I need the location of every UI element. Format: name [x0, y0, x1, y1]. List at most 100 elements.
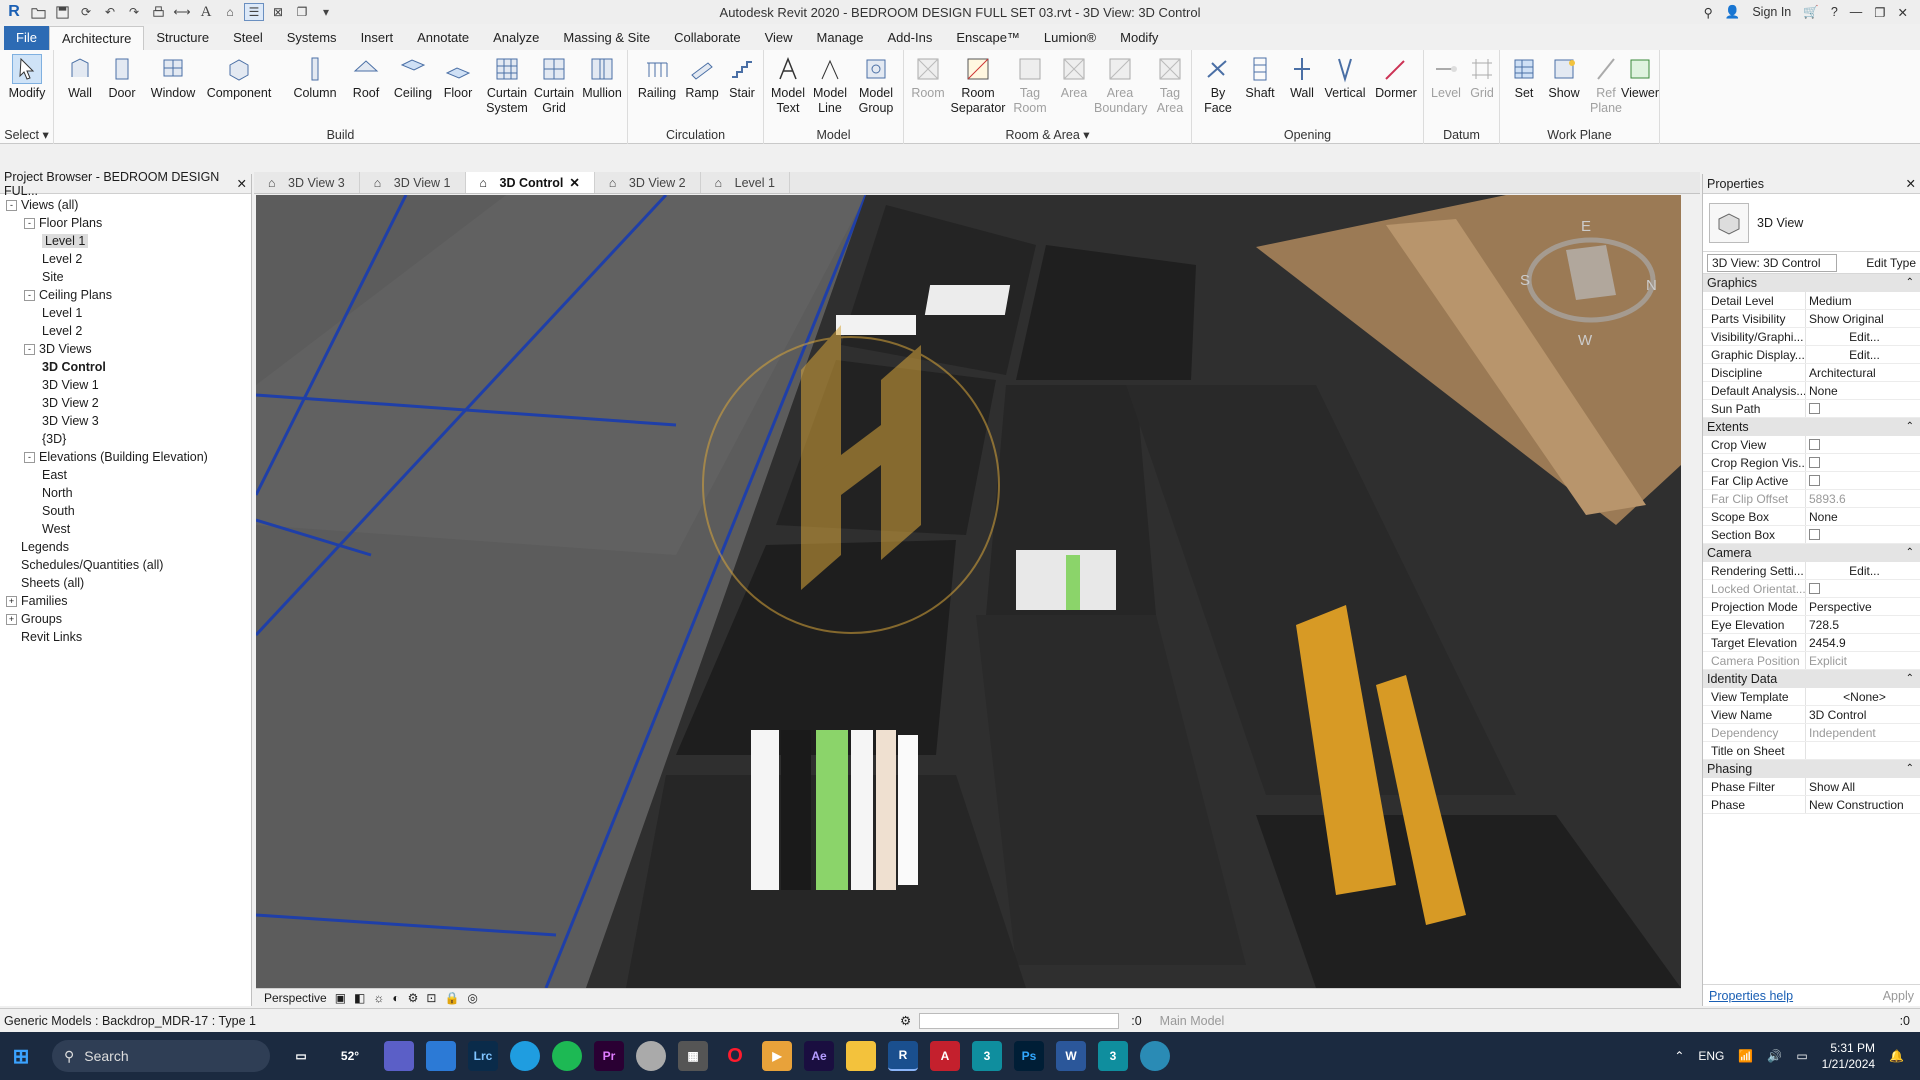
redo-icon[interactable]: ↷ [124, 3, 144, 21]
ribbon-tab-annotate[interactable]: Annotate [405, 26, 481, 50]
property-group[interactable]: Identity Data ⌃ [1703, 670, 1920, 688]
revit-logo-icon[interactable]: R [4, 3, 24, 21]
edge-icon[interactable] [510, 1041, 540, 1071]
property-value[interactable]: <None> [1805, 688, 1920, 705]
property-value[interactable] [1805, 454, 1920, 471]
property-value[interactable] [1805, 436, 1920, 453]
lock-3d-icon[interactable]: 🔒 [444, 991, 459, 1005]
collapse-icon[interactable]: - [6, 200, 17, 212]
tree-node[interactable]: 3D Control [0, 358, 251, 376]
ribbon-tab-file[interactable]: File [4, 26, 49, 50]
tree-node[interactable]: - Views (all) [0, 196, 251, 214]
volume-icon[interactable]: 🔊 [1767, 1049, 1782, 1063]
undo-icon[interactable]: ↶ [100, 3, 120, 21]
sun-path-icon[interactable]: ☼ [373, 991, 384, 1005]
view-tab-3d-control[interactable]: ⌂ 3D Control ✕ [465, 172, 595, 193]
save-icon[interactable] [52, 3, 72, 21]
shaft-button[interactable]: Shaft [1238, 54, 1282, 101]
property-value[interactable]: 728.5 [1805, 616, 1920, 633]
ribbon-tab-enscape-[interactable]: Enscape™ [944, 26, 1032, 50]
3dsmax-2-icon[interactable]: 3 [1098, 1041, 1128, 1071]
dormer-button[interactable]: Dormer [1372, 54, 1420, 101]
calculator-icon[interactable]: ▦ [678, 1041, 708, 1071]
door-button[interactable]: Door [100, 54, 144, 101]
railing-button[interactable]: Railing [634, 54, 680, 101]
tree-node[interactable]: North [0, 484, 251, 502]
tree-node[interactable]: Revit Links [0, 628, 251, 646]
property-value[interactable]: 2454.9 [1805, 634, 1920, 651]
window-button[interactable]: Window [146, 54, 200, 101]
property-value[interactable]: None [1805, 382, 1920, 399]
hide-isolate-icon[interactable]: ◎ [467, 991, 477, 1005]
3dsmax-icon[interactable]: 3 [972, 1041, 1002, 1071]
tag-room-button[interactable]: Tag Room [1008, 54, 1052, 116]
ribbon-tab-systems[interactable]: Systems [275, 26, 349, 50]
taskbar-search[interactable]: ⚲ Search [52, 1040, 270, 1072]
restore-button[interactable]: ❐ [1874, 5, 1885, 20]
property-value[interactable]: Independent [1805, 724, 1920, 741]
user-icon[interactable]: 👤 [1725, 5, 1741, 20]
cart-icon[interactable]: 🛒 [1803, 5, 1819, 20]
tree-node[interactable]: 3D View 2 [0, 394, 251, 412]
property-value[interactable] [1805, 472, 1920, 489]
wifi-icon[interactable]: 📶 [1738, 1049, 1753, 1063]
ribbon-tab-analyze[interactable]: Analyze [481, 26, 551, 50]
ribbon-tab-collaborate[interactable]: Collaborate [662, 26, 753, 50]
property-value[interactable] [1805, 526, 1920, 543]
windows-start-icon[interactable]: ⊞ [6, 1041, 36, 1071]
expand-icon[interactable]: + [6, 614, 17, 626]
property-value[interactable]: 3D Control [1805, 706, 1920, 723]
tree-node[interactable]: Site [0, 268, 251, 286]
tree-node[interactable]: Legends [0, 538, 251, 556]
tree-node[interactable]: Level 1 [0, 232, 251, 250]
ribbon-tab-view[interactable]: View [753, 26, 805, 50]
close-hidden-icon[interactable]: ⊠ [268, 3, 288, 21]
design-option-dropdown[interactable]: Main Model [1160, 1014, 1225, 1028]
ribbon-tab-manage[interactable]: Manage [805, 26, 876, 50]
property-value[interactable]: None [1805, 508, 1920, 525]
viewer-button[interactable]: Viewer [1618, 54, 1662, 101]
show-button[interactable]: Show [1542, 54, 1586, 101]
help-icon[interactable]: ? [1831, 5, 1838, 19]
property-group[interactable]: Graphics ⌃ [1703, 274, 1920, 292]
measure-icon[interactable]: ⟷ [172, 3, 192, 21]
view-tab-level-1[interactable]: ⌂ Level 1 [701, 172, 790, 193]
photos-icon[interactable] [426, 1041, 456, 1071]
tree-node[interactable]: - Elevations (Building Elevation) [0, 448, 251, 466]
panel-title-room-area[interactable]: Room & Area ▾ [904, 127, 1191, 142]
detail-level-icon[interactable]: ▣ [335, 991, 346, 1005]
property-value[interactable] [1805, 742, 1920, 759]
close-button[interactable]: ✕ [1898, 5, 1908, 20]
premiere-icon[interactable]: Pr [594, 1041, 624, 1071]
workset-dropdown[interactable] [919, 1012, 1120, 1029]
expand-icon[interactable]: + [6, 596, 17, 608]
view-tab-3d-view-3[interactable]: ⌂ 3D View 3 [254, 172, 360, 193]
tree-node[interactable]: {3D} [0, 430, 251, 448]
by-face-button[interactable]: By Face [1196, 54, 1240, 116]
battery-icon[interactable]: ▭ [1796, 1049, 1807, 1063]
close-icon[interactable]: ✕ [237, 176, 247, 191]
wall-button[interactable]: Wall [58, 54, 102, 101]
property-value[interactable]: 5893.6 [1805, 490, 1920, 507]
ramp-button[interactable]: Ramp [680, 54, 724, 101]
property-group[interactable]: Extents ⌃ [1703, 418, 1920, 436]
network-globe-icon[interactable] [1140, 1041, 1170, 1071]
minimize-button[interactable]: — [1850, 5, 1863, 19]
worksets-icon[interactable]: ⚙ [900, 1013, 911, 1028]
property-value[interactable]: Medium [1805, 292, 1920, 309]
tree-node[interactable]: - Ceiling Plans [0, 286, 251, 304]
search-help-icon[interactable]: ⚲ [1704, 5, 1713, 20]
file-explorer-icon[interactable] [846, 1041, 876, 1071]
property-value[interactable]: Explicit [1805, 652, 1920, 669]
floor-button[interactable]: Floor [436, 54, 480, 101]
area-boundary-button[interactable]: Area Boundary [1094, 54, 1148, 116]
text-icon[interactable]: A [196, 3, 216, 21]
collapse-icon[interactable]: - [24, 218, 35, 230]
chevron-up-icon[interactable]: ⌃ [1674, 1049, 1684, 1063]
area-button[interactable]: Area [1052, 54, 1096, 101]
model-group-button[interactable]: Model Group [852, 54, 900, 116]
spotify-icon[interactable] [552, 1041, 582, 1071]
tree-node[interactable]: 3D View 3 [0, 412, 251, 430]
instance-dropdown[interactable]: 3D View: 3D Control [1707, 253, 1837, 272]
thin-lines-icon[interactable]: ☰ [244, 3, 264, 21]
